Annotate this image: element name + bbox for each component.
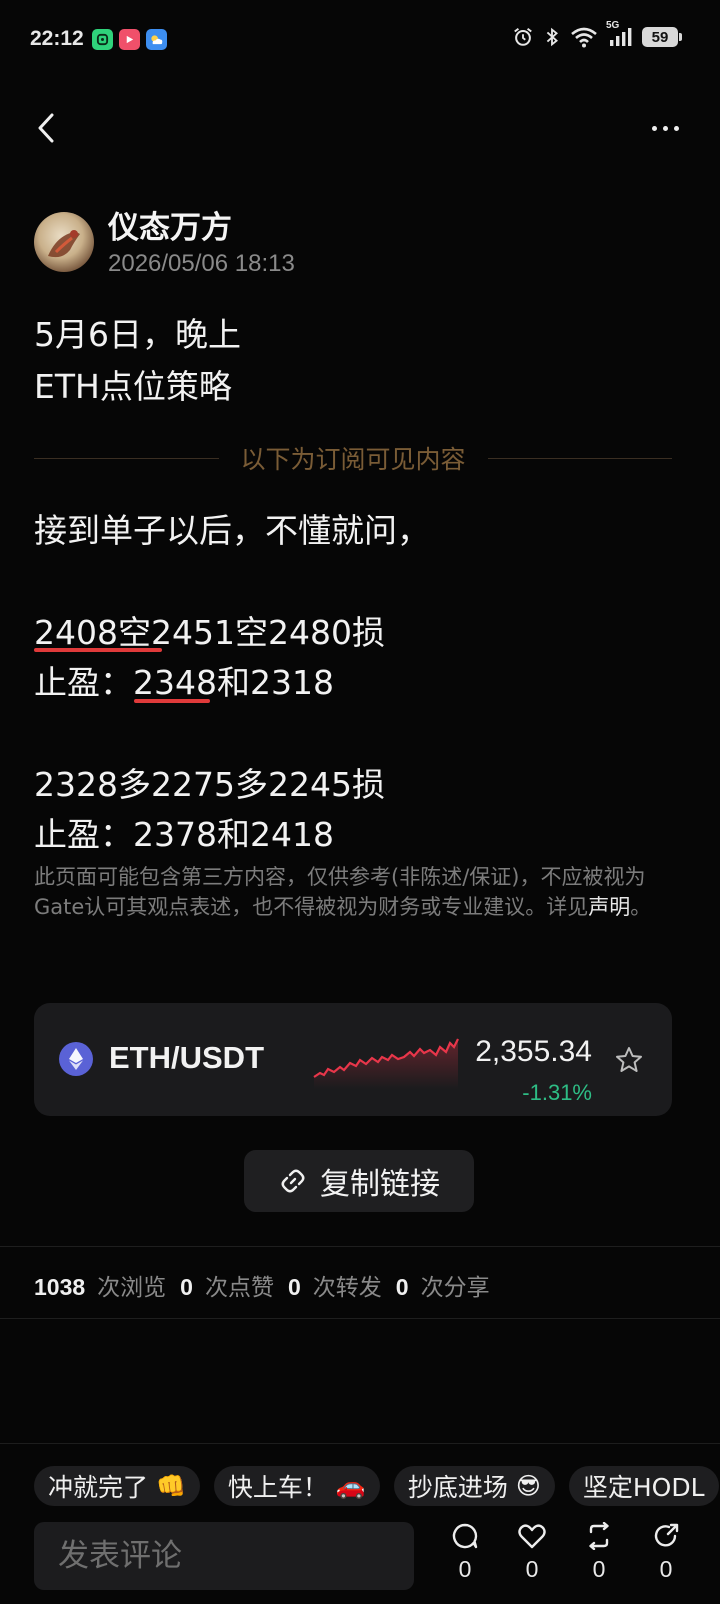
weather-notification-icon bbox=[146, 29, 167, 50]
more-dot bbox=[673, 125, 679, 131]
status-time: 22:12 bbox=[30, 27, 84, 50]
quick-reply-chip[interactable]: 坚定HODL bbox=[568, 1466, 719, 1506]
chevron-left-icon bbox=[38, 113, 54, 143]
short-entry-line: 2408空2451空2480损 bbox=[34, 613, 385, 652]
comment-input[interactable] bbox=[34, 1522, 414, 1590]
status-bar: 22:12 5G 59 bbox=[0, 0, 720, 84]
price-sparkline bbox=[313, 1038, 459, 1089]
system-icons: 5G 59 bbox=[512, 20, 682, 48]
link-icon bbox=[281, 1169, 305, 1193]
quick-reply-label: 快上车！ bbox=[227, 1473, 328, 1502]
comment-action[interactable]: 0 bbox=[440, 1522, 490, 1583]
more-dots-icon bbox=[651, 125, 657, 131]
reposts-stat-label: 次转发 bbox=[312, 1275, 382, 1301]
back-button[interactable] bbox=[28, 106, 64, 150]
repost-count: 0 bbox=[592, 1556, 606, 1582]
subscriber-divider-label: 以下为订阅可见内容 bbox=[240, 445, 466, 474]
post-title-line-1: 5月6日，晚上 bbox=[34, 315, 241, 354]
favorite-star-icon[interactable] bbox=[614, 1045, 644, 1079]
notification-icons bbox=[92, 29, 167, 50]
sunglasses-emoji-icon: 😎 bbox=[515, 1472, 541, 1500]
shares-stat-label: 次分享 bbox=[420, 1275, 490, 1301]
signal-icon: 5G bbox=[606, 20, 632, 48]
long-take-profit-line: 止盈：2378和2418 bbox=[34, 815, 334, 854]
more-dot bbox=[662, 125, 668, 131]
post-timestamp: 2026/05/06 18:13 bbox=[108, 250, 295, 277]
video-notification-icon bbox=[119, 29, 140, 50]
eth-icon bbox=[59, 1042, 93, 1076]
ticker-change: -1.31% bbox=[522, 1080, 592, 1105]
copy-link-label: 复制链接 bbox=[320, 1167, 440, 1202]
quick-reply-chip[interactable]: 抄底进场 😎 bbox=[393, 1466, 555, 1506]
divider-line-right bbox=[487, 457, 673, 459]
quick-reply-label: 抄底进场 bbox=[407, 1473, 508, 1502]
author-avatar[interactable] bbox=[34, 212, 94, 272]
like-count: 0 bbox=[525, 1556, 539, 1582]
fist-emoji-icon: 👊 bbox=[156, 1472, 186, 1500]
car-emoji-icon: 🚗 bbox=[335, 1472, 366, 1500]
quick-reply-label: 冲就完了 bbox=[48, 1473, 149, 1502]
red-underline-annotation bbox=[34, 648, 162, 652]
views-count: 1038 bbox=[34, 1274, 86, 1300]
divider-line-left bbox=[34, 457, 219, 459]
disclaimer-link[interactable]: 声明 bbox=[588, 895, 630, 919]
divider bbox=[0, 1318, 720, 1319]
disclaimer-end: 。 bbox=[630, 895, 652, 919]
ticker-price: 2,355.34 bbox=[475, 1035, 592, 1068]
copy-link-button[interactable]: 复制链接 bbox=[244, 1150, 474, 1212]
comment-count: 0 bbox=[458, 1556, 472, 1582]
post-detail-screen: 22:12 5G 59 仪态万方 2026/05/06 18:13 5月6日，晚… bbox=[0, 0, 720, 1604]
app-notification-icon bbox=[92, 29, 113, 50]
battery-icon: 59 bbox=[642, 27, 682, 47]
post-intro: 接到单子以后，不懂就问， bbox=[34, 511, 430, 550]
quick-reply-chip[interactable]: 冲就完了 👊 bbox=[34, 1466, 200, 1506]
share-action[interactable]: 0 bbox=[641, 1522, 691, 1583]
more-options-button[interactable] bbox=[640, 108, 690, 148]
short-take-profit-line: 止盈：2348和2318 bbox=[34, 663, 334, 702]
quick-reply-label: 坚定HODL bbox=[582, 1473, 705, 1502]
like-action[interactable]: 0 bbox=[507, 1522, 557, 1583]
heart-icon bbox=[518, 1524, 546, 1549]
post-stats: 1038 次浏览 0 次点赞 0 次转发 0 次分享 bbox=[34, 1268, 504, 1302]
ticker-pair: ETH/USDT bbox=[109, 1040, 264, 1075]
avatar-image bbox=[48, 230, 80, 258]
share-icon bbox=[654, 1523, 679, 1547]
share-count: 0 bbox=[659, 1556, 673, 1582]
likes-stat-count: 0 bbox=[180, 1274, 193, 1300]
quick-reply-chip[interactable]: 快上车！ 🚗 bbox=[213, 1466, 380, 1506]
repost-action[interactable]: 0 bbox=[574, 1522, 624, 1583]
likes-stat-label: 次点赞 bbox=[204, 1275, 274, 1301]
subscriber-divider: 以下为订阅可见内容 bbox=[34, 438, 673, 478]
comment-icon bbox=[452, 1523, 478, 1549]
divider bbox=[0, 1443, 720, 1444]
ticker-card[interactable]: ETH/USDT 2,355.34 -1.31% bbox=[34, 1003, 672, 1116]
disclaimer-body: 此页面可能包含第三方内容，仅供参考(非陈述/保证)，不应被视为Gate认可其观点… bbox=[34, 865, 646, 919]
disclaimer-text: 此页面可能包含第三方内容，仅供参考(非陈述/保证)，不应被视为Gate认可其观点… bbox=[34, 862, 674, 922]
wifi-icon bbox=[570, 26, 598, 48]
bluetooth-icon bbox=[544, 26, 560, 48]
network-type-label: 5G bbox=[606, 20, 620, 31]
quick-reply-chips: 冲就完了 👊 快上车！ 🚗 抄底进场 😎 坚定HODL bbox=[34, 1466, 719, 1506]
author-name[interactable]: 仪态万方 bbox=[108, 202, 232, 247]
alarm-icon bbox=[512, 26, 534, 48]
reposts-stat-count: 0 bbox=[287, 1274, 301, 1300]
shares-stat-count: 0 bbox=[395, 1274, 409, 1300]
post-title-line-2: ETH点位策略 bbox=[34, 367, 232, 406]
red-underline-annotation bbox=[134, 699, 210, 703]
divider bbox=[0, 1246, 720, 1247]
repost-icon bbox=[589, 1522, 609, 1550]
views-label: 次浏览 bbox=[97, 1275, 167, 1301]
long-entry-line: 2328多2275多2245损 bbox=[34, 765, 385, 804]
